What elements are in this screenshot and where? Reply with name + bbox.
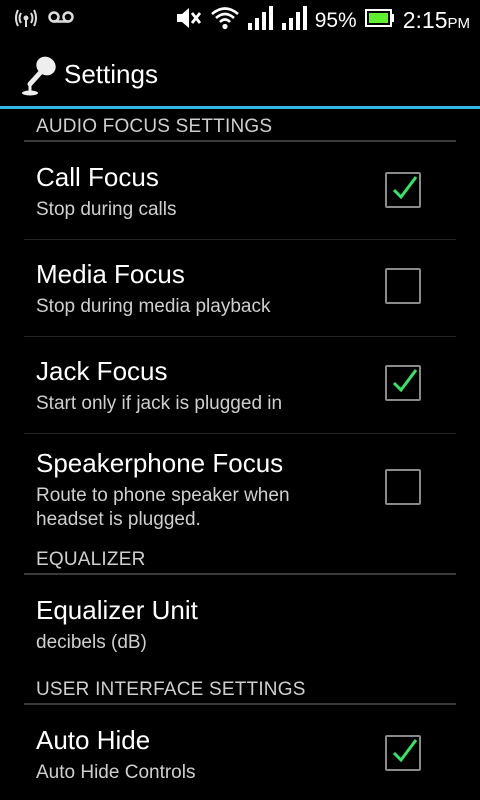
pref-title: Auto Hide	[36, 725, 151, 755]
pref-summary: Stop during calls	[36, 199, 177, 220]
pref-summary: Stop during media playback	[36, 296, 271, 317]
pref-title: Call Focus	[36, 162, 159, 192]
wifi-icon	[210, 6, 239, 35]
battery-icon	[364, 9, 395, 32]
pref-title: Equalizer Unit	[36, 595, 198, 625]
battery-percent: 95%	[314, 8, 357, 32]
mute-icon	[175, 5, 203, 36]
pref-media-focus[interactable]: Media Focus Stop during media playback	[0, 240, 480, 337]
pref-summary: Route to phone speaker when headset is p…	[36, 485, 290, 530]
pref-jack-focus[interactable]: Jack Focus Start only if jack is plugged…	[0, 337, 480, 434]
call-focus-checkbox[interactable]	[385, 172, 421, 208]
signal-icon	[247, 5, 273, 36]
pref-equalizer-unit[interactable]: Equalizer Unit decibels (dB)	[0, 575, 480, 672]
pref-auto-hide[interactable]: Auto Hide Auto Hide Controls	[0, 705, 480, 800]
check-icon	[392, 739, 418, 763]
pref-title: Media Focus	[36, 259, 185, 289]
section-header-equalizer: EQUALIZER	[36, 549, 146, 570]
action-bar: Settings	[0, 38, 480, 106]
pref-title: Speakerphone Focus	[36, 448, 284, 478]
media-focus-checkbox[interactable]	[385, 268, 421, 304]
pref-summary: Auto Hide Controls	[36, 762, 196, 783]
clock: 2:15PM	[402, 7, 471, 33]
page-title: Settings	[64, 59, 158, 89]
pref-speakerphone-focus[interactable]: Speakerphone Focus Route to phone speake…	[0, 434, 480, 544]
wifi-hotspot-icon	[14, 9, 38, 32]
check-icon	[392, 369, 418, 393]
pref-summary: Start only if jack is plugged in	[36, 393, 283, 414]
signal-icon	[281, 5, 307, 36]
speakerphone-focus-checkbox[interactable]	[385, 469, 421, 505]
pref-call-focus[interactable]: Call Focus Stop during calls	[0, 142, 480, 240]
section-header-audio-focus: AUDIO FOCUS SETTINGS	[36, 116, 273, 137]
pref-title: Jack Focus	[36, 356, 168, 386]
pref-summary: decibels (dB)	[36, 632, 147, 653]
section-header-user-interface: USER INTERFACE SETTINGS	[36, 679, 306, 700]
microphone-icon[interactable]	[20, 54, 60, 96]
check-icon	[392, 176, 418, 200]
voicemail-icon	[48, 11, 74, 30]
status-bar: 95% 2:15PM	[0, 0, 480, 38]
clock-ampm: PM	[447, 15, 471, 32]
action-bar-divider	[0, 106, 480, 109]
jack-focus-checkbox[interactable]	[385, 365, 421, 401]
auto-hide-checkbox[interactable]	[385, 735, 421, 771]
